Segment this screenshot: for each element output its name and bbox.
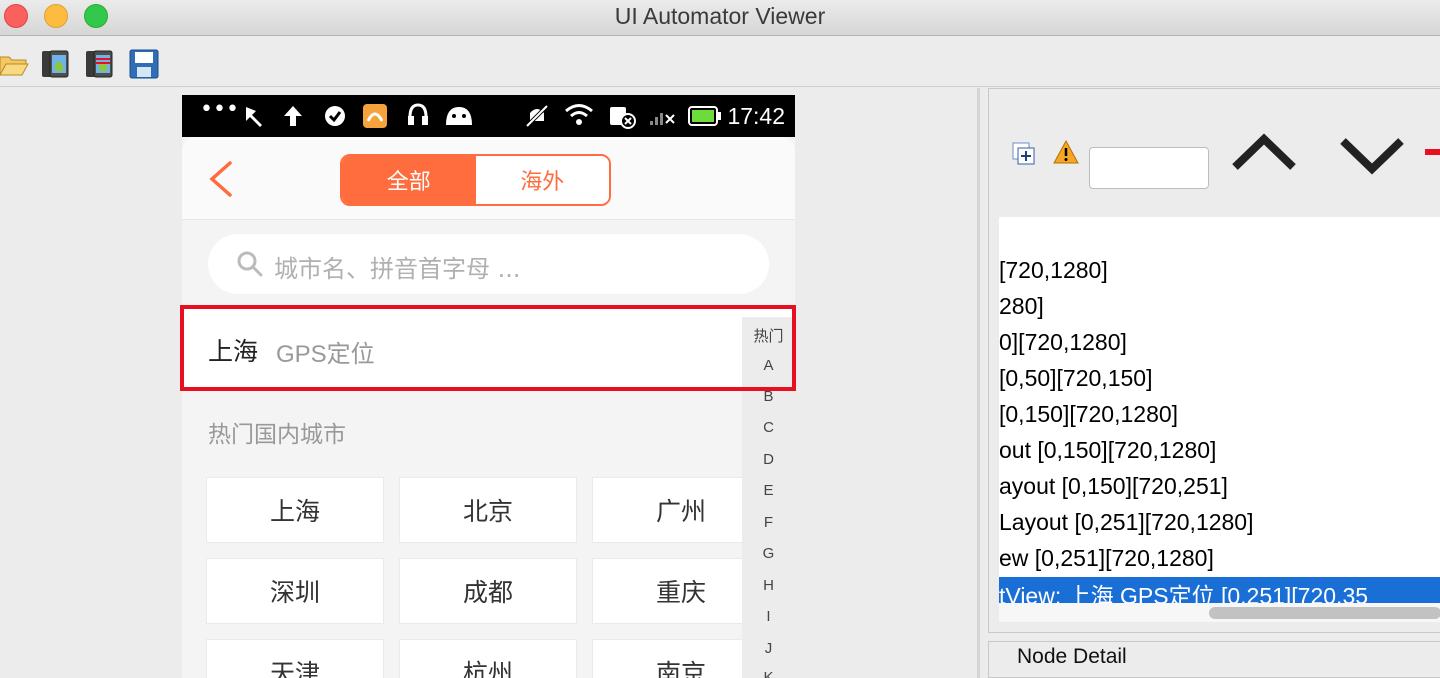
tree-node[interactable]: [0,150][720,1280] (999, 401, 1178, 428)
status-bar: ••• 17:42 (182, 95, 795, 137)
region-tabs: 全部 海外 (340, 154, 611, 206)
index-item[interactable]: I (742, 608, 795, 625)
tab-overseas[interactable]: 海外 (475, 156, 609, 204)
window-title: UI Automator Viewer (614, 3, 826, 29)
app-icon (363, 104, 387, 128)
tree-node-selected-label: tView: 上海 GPS定位 [0,251][720,35 (999, 583, 1369, 603)
signal-icon (650, 113, 675, 125)
back-arrow-icon[interactable] (204, 159, 244, 199)
city-cell[interactable]: 成都 (399, 558, 577, 624)
index-item[interactable]: C (742, 419, 795, 436)
open-folder-icon[interactable] (0, 49, 30, 79)
app-header: 全部 海外 (182, 137, 795, 220)
check-icon (325, 106, 345, 126)
node-detail-title: Node Detail (1017, 645, 1127, 668)
tree-node[interactable]: out [0,150][720,1280] (999, 437, 1216, 464)
horizontal-scrollbar[interactable] (999, 603, 1440, 622)
node-detail-pane: Node Detail (988, 641, 1440, 678)
wifi-icon (565, 104, 593, 125)
pin-icon (246, 107, 262, 127)
hot-cities-title: 热门国内城市 (208, 422, 346, 448)
status-time: 17:42 (727, 103, 785, 129)
upload-icon (284, 106, 302, 126)
save-icon[interactable] (128, 49, 160, 79)
chevron-up-icon[interactable] (1229, 129, 1299, 179)
chevron-down-icon[interactable] (1337, 129, 1407, 179)
index-item[interactable]: K (742, 669, 795, 678)
title-bar: UI Automator Viewer (0, 0, 1440, 36)
index-item[interactable]: E (742, 482, 795, 499)
expand-all-icon[interactable] (1011, 141, 1037, 167)
index-item[interactable]: H (742, 577, 795, 594)
hierarchy-pane: [720,1280] 280] 0][720,1280] [0,50][720,… (988, 88, 1440, 633)
tree-node-selected[interactable]: tView: 上海 GPS定位 [0,251][720,35 (999, 577, 1440, 603)
scrollbar-thumb[interactable] (1209, 607, 1440, 619)
city-cell[interactable]: 上海 (206, 477, 384, 543)
tree-node[interactable]: [0,50][720,150] (999, 365, 1152, 392)
city-search-field[interactable]: 城市名、拼音首字母 ... (208, 234, 769, 294)
tree-node[interactable]: ew [0,251][720,1280] (999, 545, 1214, 572)
index-item[interactable]: G (742, 545, 795, 562)
sim-icon (610, 107, 636, 129)
node-search-input[interactable] (1089, 147, 1209, 189)
city-cell[interactable]: 深圳 (206, 558, 384, 624)
more-icon: ••• (200, 97, 239, 122)
device-screenshot-icon[interactable] (40, 49, 72, 79)
search-icon (237, 251, 263, 277)
index-item[interactable]: J (742, 640, 795, 657)
hierarchy-tree[interactable]: [720,1280] 280] 0][720,1280] [0,50][720,… (999, 217, 1440, 622)
headset-icon (408, 103, 428, 125)
hierarchy-panel: [720,1280] 280] 0][720,1280] [0,50][720,… (988, 88, 1440, 678)
tree-node[interactable]: 280] (999, 293, 1044, 320)
tree-node[interactable]: 0][720,1280] (999, 329, 1127, 356)
clear-filter-icon[interactable] (1425, 149, 1440, 155)
city-cell[interactable]: 杭州 (399, 639, 577, 678)
device-screenshot-compressed-icon[interactable] (84, 49, 116, 79)
index-item[interactable]: D (742, 451, 795, 468)
android-icon (446, 107, 472, 125)
battery-icon (688, 106, 721, 126)
tree-node[interactable]: ayout [0,150][720,251] (999, 473, 1228, 500)
tab-all[interactable]: 全部 (342, 156, 476, 204)
city-cell[interactable]: 天津 (206, 639, 384, 678)
tree-node[interactable]: [720,1280] (999, 257, 1108, 284)
search-placeholder: 城市名、拼音首字母 ... (274, 255, 521, 283)
warning-icon[interactable] (1053, 139, 1079, 165)
selected-node-highlight (180, 305, 796, 391)
toolbar (0, 37, 1440, 87)
index-item[interactable]: F (742, 514, 795, 531)
mute-icon (525, 104, 549, 128)
tree-node[interactable]: Layout [0,251][720,1280] (999, 509, 1254, 536)
city-cell[interactable]: 北京 (399, 477, 577, 543)
